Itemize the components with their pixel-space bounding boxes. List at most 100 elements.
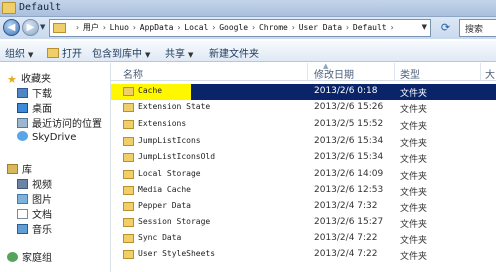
file-modified: 2013/2/6 14:09 [314, 169, 384, 179]
file-modified: 2013/2/6 15:27 [314, 217, 384, 227]
nav-favorites[interactable]: ★ 收藏夹 [7, 70, 51, 86]
library-icon [7, 164, 18, 174]
file-modified: 2013/2/6 0:18 [314, 86, 378, 96]
organize-button[interactable]: 组织 ▼ [5, 45, 33, 60]
nav-libraries-label: 库 [22, 165, 32, 176]
nav-desktop-label: 桌面 [32, 104, 52, 115]
nav-libraries[interactable]: 库 [7, 161, 32, 176]
nav-recent-places[interactable]: 最近访问的位置 [17, 115, 102, 130]
file-row[interactable]: Sync Data 2013/2/4 7:22 文件夹 [111, 231, 496, 247]
file-type: 文件夹 [400, 155, 428, 165]
nav-skydrive-label: SkyDrive [32, 132, 77, 143]
folder-icon [123, 120, 134, 129]
file-name: Session Storage [138, 217, 211, 226]
back-button[interactable]: ◀ [3, 19, 20, 36]
file-row[interactable]: Extension State 2013/2/6 15:26 文件夹 [111, 100, 496, 116]
column-type[interactable]: 类型 [400, 66, 420, 81]
recent-places-icon [17, 118, 28, 128]
column-divider[interactable] [307, 63, 308, 81]
breadcrumb-item[interactable]: Lhuo [110, 23, 129, 32]
star-icon: ★ [7, 73, 17, 86]
folder-icon [123, 153, 134, 162]
nav-downloads-label: 下载 [32, 89, 52, 100]
file-row[interactable]: Session Storage 2013/2/6 15:27 文件夹 [111, 215, 496, 231]
new-folder-button[interactable]: 新建文件夹 [209, 45, 259, 60]
file-row[interactable]: JumpListIconsOld 2013/2/6 15:34 文件夹 [111, 150, 496, 166]
music-icon [17, 224, 28, 234]
file-row[interactable]: User StyleSheets 2013/2/4 7:22 文件夹 [111, 247, 496, 263]
breadcrumb-item[interactable]: AppData [140, 23, 174, 32]
file-modified: 2013/2/6 15:26 [314, 102, 384, 112]
breadcrumb-separator[interactable]: › [211, 23, 216, 32]
file-name: Media Cache [138, 185, 191, 194]
chevron-down-icon: ▼ [188, 51, 194, 59]
search-input[interactable]: 搜索 [459, 19, 496, 37]
share-button[interactable]: 共享 ▼ [165, 45, 193, 60]
file-row[interactable]: Pepper Data 2013/2/4 7:32 文件夹 [111, 199, 496, 215]
breadcrumb-separator[interactable]: › [291, 23, 296, 32]
file-modified: 2013/2/6 15:34 [314, 136, 384, 146]
file-type: 文件夹 [400, 236, 428, 246]
breadcrumb-item[interactable]: Chrome [259, 23, 288, 32]
column-size[interactable]: 大 [485, 66, 495, 81]
file-name: JumpListIcons [138, 136, 201, 145]
file-row-selected[interactable]: Cache 2013/2/6 0:18 文件夹 [111, 84, 496, 100]
download-folder-icon [17, 88, 28, 98]
folder-icon [123, 137, 134, 146]
nav-videos-label: 视频 [32, 180, 52, 191]
column-name[interactable]: 名称 [123, 66, 143, 81]
breadcrumb-item[interactable]: 用户 [83, 23, 99, 32]
column-header: ▲ 名称 修改日期 类型 大 [111, 62, 496, 81]
file-modified: 2013/2/5 15:52 [314, 119, 384, 129]
breadcrumb-item[interactable]: User Data [299, 23, 342, 32]
breadcrumb-item[interactable]: Local [184, 23, 208, 32]
file-row[interactable]: Media Cache 2013/2/6 12:53 文件夹 [111, 183, 496, 199]
refresh-icon[interactable]: ⟳ [437, 20, 454, 36]
file-modified: 2013/2/6 12:53 [314, 185, 384, 195]
breadcrumb-separator[interactable]: › [176, 23, 181, 32]
column-divider[interactable] [394, 63, 395, 81]
recent-pages-chevron-icon[interactable]: ▼ [40, 23, 45, 31]
breadcrumb-separator[interactable]: › [251, 23, 256, 32]
nav-pictures[interactable]: 图片 [17, 191, 52, 206]
nav-pictures-label: 图片 [32, 195, 52, 206]
video-icon [17, 179, 28, 189]
open-button[interactable]: 打开 [47, 45, 82, 60]
breadcrumb-item[interactable]: Default [353, 23, 387, 32]
file-row[interactable]: Extensions 2013/2/5 15:52 文件夹 [111, 117, 496, 133]
breadcrumb-separator[interactable]: › [132, 23, 137, 32]
file-type: 文件夹 [400, 139, 428, 149]
nav-desktop[interactable]: 桌面 [17, 100, 52, 115]
nav-homegroup[interactable]: 家庭组 [7, 249, 52, 264]
include-in-library-button[interactable]: 包含到库中 ▼ [92, 45, 150, 60]
nav-documents-label: 文档 [32, 210, 52, 221]
nav-music[interactable]: 音乐 [17, 221, 52, 236]
file-name: Pepper Data [138, 201, 191, 210]
file-name: Cache [138, 86, 163, 95]
breadcrumb-separator[interactable]: › [390, 23, 395, 32]
breadcrumb-item[interactable]: Google [219, 23, 248, 32]
file-row[interactable]: JumpListIcons 2013/2/6 15:34 文件夹 [111, 134, 496, 150]
column-divider[interactable] [480, 63, 481, 81]
file-type: 文件夹 [400, 122, 428, 132]
nav-downloads[interactable]: 下载 [17, 85, 52, 100]
nav-documents[interactable]: 文档 [17, 206, 52, 221]
chevron-down-icon: ▼ [28, 51, 34, 59]
breadcrumb-separator[interactable]: › [102, 23, 107, 32]
share-label: 共享 [165, 49, 185, 60]
arrow-left-icon: ◀ [7, 22, 16, 33]
breadcrumb: › 用户 › Lhuo › AppData › Local › Google › Chrome › Use… [72, 22, 397, 33]
nav-skydrive[interactable]: SkyDrive [17, 131, 76, 143]
window-title: Default [19, 2, 62, 13]
column-modified[interactable]: 修改日期 [314, 66, 354, 81]
forward-button[interactable]: ▶ [22, 19, 39, 36]
folder-icon [123, 186, 134, 195]
breadcrumb-separator[interactable]: › [345, 23, 350, 32]
file-name: Local Storage [138, 169, 201, 178]
address-dropdown-chevron-icon[interactable]: ▼ [422, 23, 427, 31]
nav-videos[interactable]: 视频 [17, 176, 52, 191]
file-name: Extension State [138, 102, 211, 111]
file-name: JumpListIconsOld [138, 152, 216, 161]
address-bar[interactable]: › 用户 › Lhuo › AppData › Local › Google › Chrome › Use… [49, 19, 431, 37]
file-row[interactable]: Local Storage 2013/2/6 14:09 文件夹 [111, 167, 496, 183]
